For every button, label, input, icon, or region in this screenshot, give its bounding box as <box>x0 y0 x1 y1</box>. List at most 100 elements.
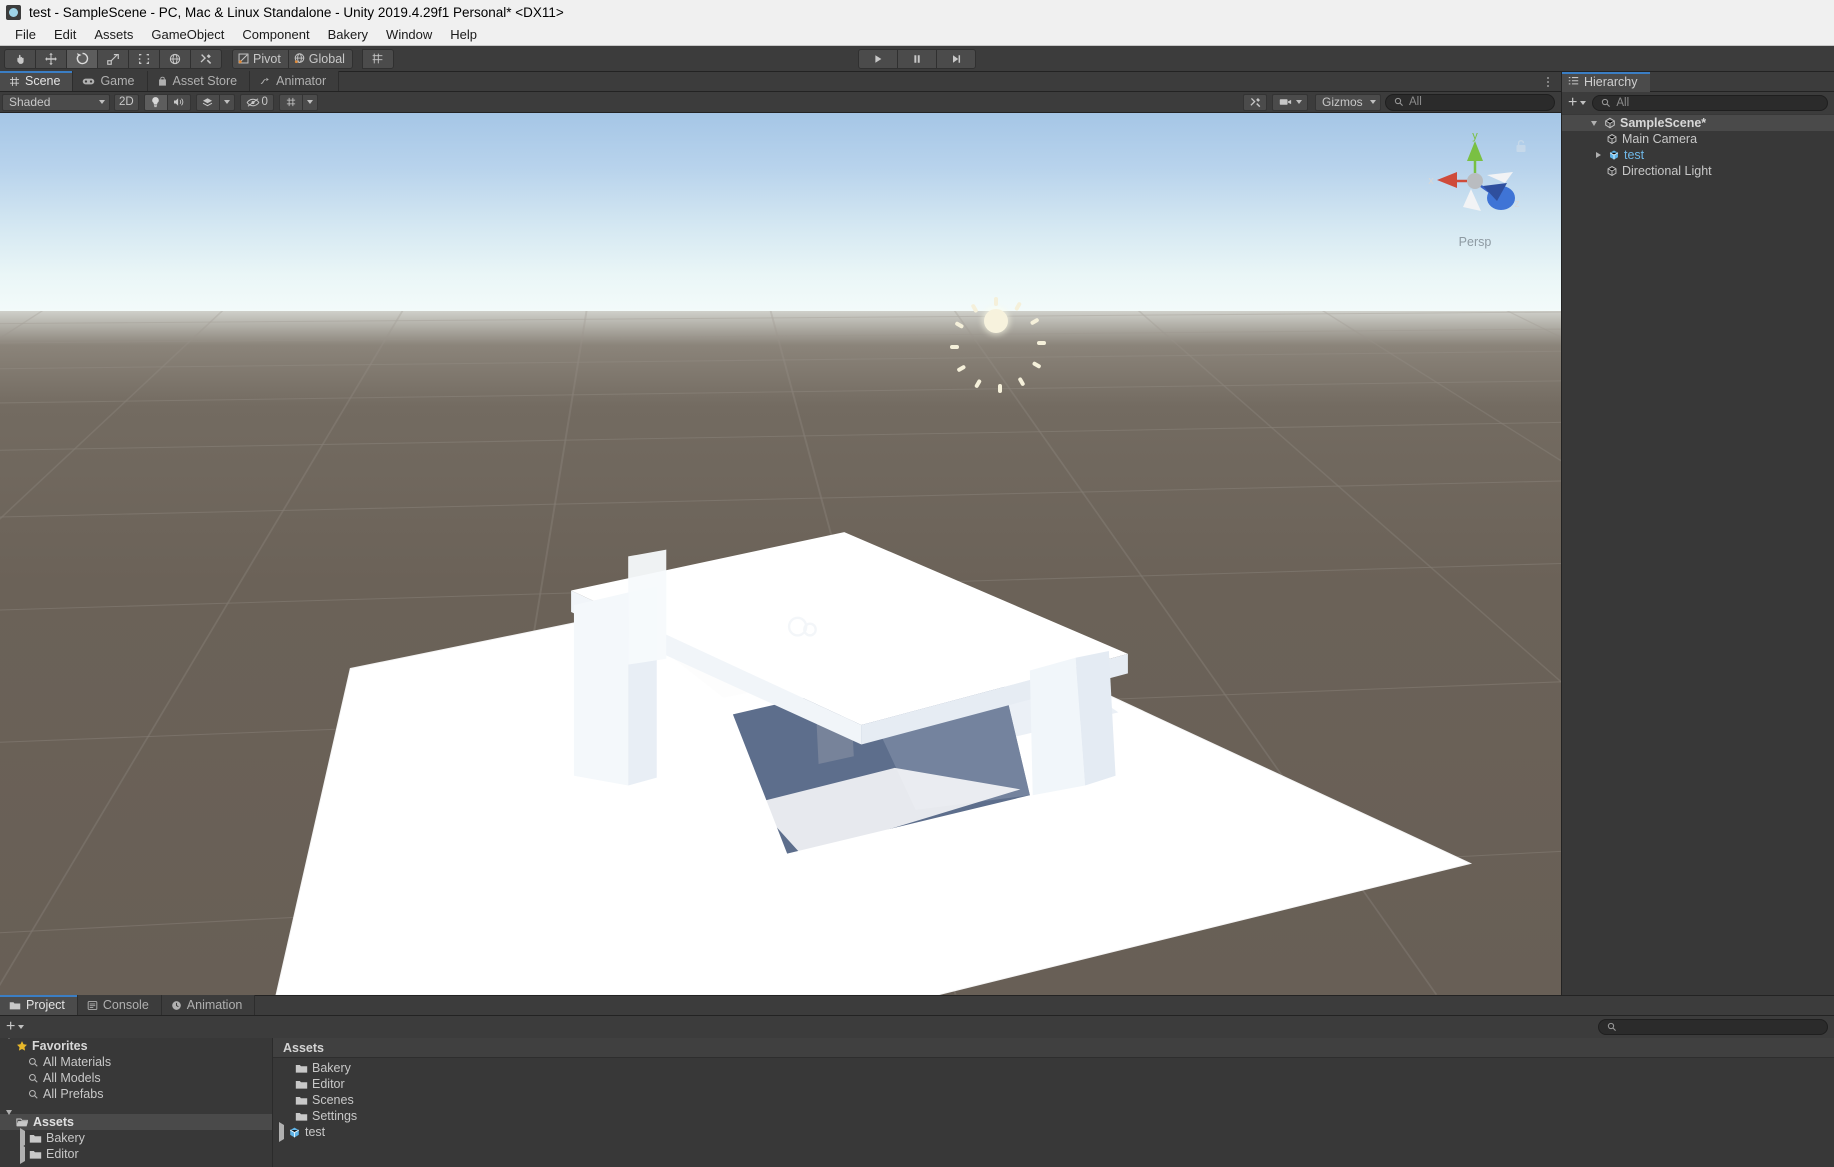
twisty-open-icon[interactable] <box>1588 120 1600 126</box>
project-tree[interactable]: Favorites All Materials All Models All P… <box>0 1038 273 1167</box>
hierarchy-item-samplescene[interactable]: SampleScene* <box>1562 115 1834 131</box>
scene-fx-dropdown-button[interactable] <box>218 93 235 111</box>
tab-project[interactable]: Project <box>0 995 78 1015</box>
hierarchy-add-button[interactable]: + <box>1568 95 1587 111</box>
search-icon <box>28 1057 39 1068</box>
menu-help[interactable]: Help <box>441 24 486 46</box>
move-tool-button[interactable] <box>35 48 67 69</box>
scene-grid-button[interactable] <box>278 93 303 111</box>
project-tree-assets[interactable]: Assets <box>0 1110 272 1130</box>
menu-window[interactable]: Window <box>377 24 441 46</box>
asset-row-scenes[interactable]: Scenes <box>273 1092 1834 1108</box>
tab-animation[interactable]: Animation <box>161 995 256 1015</box>
tab-project-label: Project <box>26 998 65 1012</box>
asset-label: Editor <box>312 1077 345 1091</box>
scene-visibility-button[interactable]: 0 <box>239 93 274 111</box>
scene-projection-label[interactable]: Persp <box>1421 235 1529 249</box>
menu-gameobject[interactable]: GameObject <box>142 24 233 46</box>
scale-tool-button[interactable] <box>97 48 129 69</box>
custom-tool-button[interactable] <box>190 48 222 69</box>
tab-scene[interactable]: Scene <box>0 71 74 91</box>
hierarchy-item-directional-light[interactable]: Directional Light <box>1562 163 1834 179</box>
twisty-open-icon[interactable] <box>6 1110 12 1129</box>
tab-console[interactable]: Console <box>77 995 162 1015</box>
asset-row-settings[interactable]: Settings <box>273 1108 1834 1124</box>
tab-hierarchy[interactable]: Hierarchy <box>1562 71 1650 92</box>
global-toggle-button[interactable]: Global <box>287 48 353 69</box>
eye-off-icon <box>246 97 259 107</box>
twisty-closed-icon[interactable] <box>1592 152 1604 158</box>
hierarchy-toolbar: + All <box>1562 92 1834 114</box>
scene-grid-dropdown-button[interactable] <box>301 93 318 111</box>
transform-tool-button[interactable] <box>159 48 191 69</box>
tab-scene-label: Scene <box>25 74 61 88</box>
tab-game[interactable]: Game <box>73 71 148 91</box>
store-icon <box>158 76 166 86</box>
chevron-down-icon <box>1580 101 1587 105</box>
gameobject-icon <box>1606 165 1618 177</box>
gizmos-dropdown[interactable]: Gizmos <box>1315 93 1381 111</box>
menu-file[interactable]: File <box>6 24 45 46</box>
twisty-open-icon[interactable] <box>6 1038 12 1053</box>
project-tree-bakery[interactable]: Bakery <box>0 1128 272 1148</box>
menu-bakery[interactable]: Bakery <box>319 24 377 46</box>
project-tree-all-materials[interactable]: All Materials <box>0 1054 272 1070</box>
folder-icon <box>295 1063 308 1074</box>
step-button[interactable] <box>936 48 976 69</box>
hierarchy-search-input[interactable]: All <box>1592 95 1828 111</box>
assets-breadcrumb: Assets <box>273 1038 1834 1058</box>
animator-icon <box>260 77 269 84</box>
scene-grid-group <box>278 93 318 111</box>
draw-mode-dropdown[interactable]: Shaded <box>2 93 110 111</box>
wrench-icon <box>200 53 212 64</box>
project-assets-list[interactable]: Assets Bakery Editor Scenes Settings tes… <box>273 1038 1834 1167</box>
scene-camera-button[interactable] <box>1272 93 1308 111</box>
scene-visibility-count: 0 <box>261 96 268 108</box>
hierarchy-item-test[interactable]: test <box>1562 147 1834 163</box>
scene-lighting-button[interactable] <box>143 93 168 111</box>
scene-tools-button[interactable] <box>1243 93 1267 111</box>
menu-edit[interactable]: Edit <box>45 24 85 46</box>
scene-fx-button[interactable] <box>195 93 220 111</box>
hand-tool-button[interactable] <box>4 48 36 69</box>
pivot-toggle-button[interactable]: Pivot <box>232 48 289 69</box>
scene-search-input[interactable]: All <box>1385 93 1555 111</box>
tab-animator[interactable]: Animator <box>250 71 340 91</box>
menu-bar: File Edit Assets GameObject Component Ba… <box>0 24 1834 46</box>
menu-assets[interactable]: Assets <box>85 24 142 46</box>
hierarchy-tab-label: Hierarchy <box>1584 74 1638 89</box>
rect-tool-button[interactable] <box>128 48 160 69</box>
project-tree-label: All Materials <box>43 1055 112 1069</box>
asset-row-editor[interactable]: Editor <box>273 1076 1834 1092</box>
hierarchy-tree[interactable]: SampleScene* Main Camera test Directiona… <box>1562 114 1834 995</box>
tab-asset-store[interactable]: Asset Store <box>147 71 251 91</box>
prefab-icon <box>288 1126 301 1139</box>
project-tree-all-prefabs[interactable]: All Prefabs <box>0 1086 272 1102</box>
asset-row-bakery[interactable]: Bakery <box>273 1060 1834 1076</box>
menu-component[interactable]: Component <box>233 24 318 46</box>
project-tree-all-models[interactable]: All Models <box>0 1070 272 1086</box>
twisty-closed-icon[interactable] <box>20 1128 25 1148</box>
scene-tab-options-button[interactable] <box>1541 74 1555 90</box>
play-button[interactable] <box>858 48 898 69</box>
rotate-tool-button[interactable] <box>66 48 98 69</box>
asset-row-test[interactable]: test <box>273 1122 1834 1142</box>
mode-2d-button[interactable]: 2D <box>114 93 139 111</box>
project-tree-favorites[interactable]: Favorites <box>0 1038 272 1054</box>
twisty-closed-icon[interactable] <box>20 1144 25 1164</box>
scene-orientation-gizmo[interactable]: y x z Persp <box>1421 130 1529 249</box>
project-search-input[interactable] <box>1598 1019 1828 1035</box>
pause-button[interactable] <box>897 48 937 69</box>
transform-tools-group <box>4 48 222 69</box>
grid-snap-button[interactable] <box>361 48 394 69</box>
scene-grid-icon <box>286 97 295 107</box>
project-tree-editor[interactable]: Editor <box>0 1144 272 1164</box>
hierarchy-item-main-camera[interactable]: Main Camera <box>1562 131 1834 147</box>
scene-audio-button[interactable] <box>166 93 191 111</box>
project-add-button[interactable]: + <box>6 1019 25 1035</box>
effects-icon <box>202 98 213 107</box>
asset-label: test <box>305 1125 326 1139</box>
twisty-closed-icon[interactable] <box>279 1122 284 1142</box>
scene-viewport[interactable]: y x z Persp <box>0 113 1561 995</box>
hierarchy-item-label: SampleScene* <box>1620 116 1707 130</box>
